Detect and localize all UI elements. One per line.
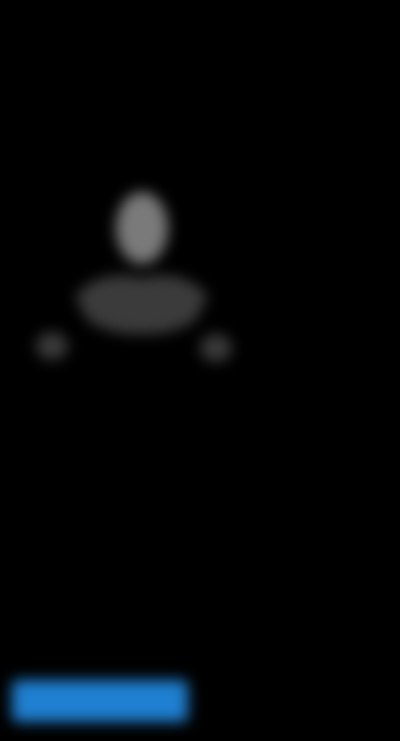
page bbox=[0, 0, 400, 741]
person-silhouette-icon bbox=[30, 176, 250, 376]
primary-action-button[interactable] bbox=[12, 680, 188, 722]
